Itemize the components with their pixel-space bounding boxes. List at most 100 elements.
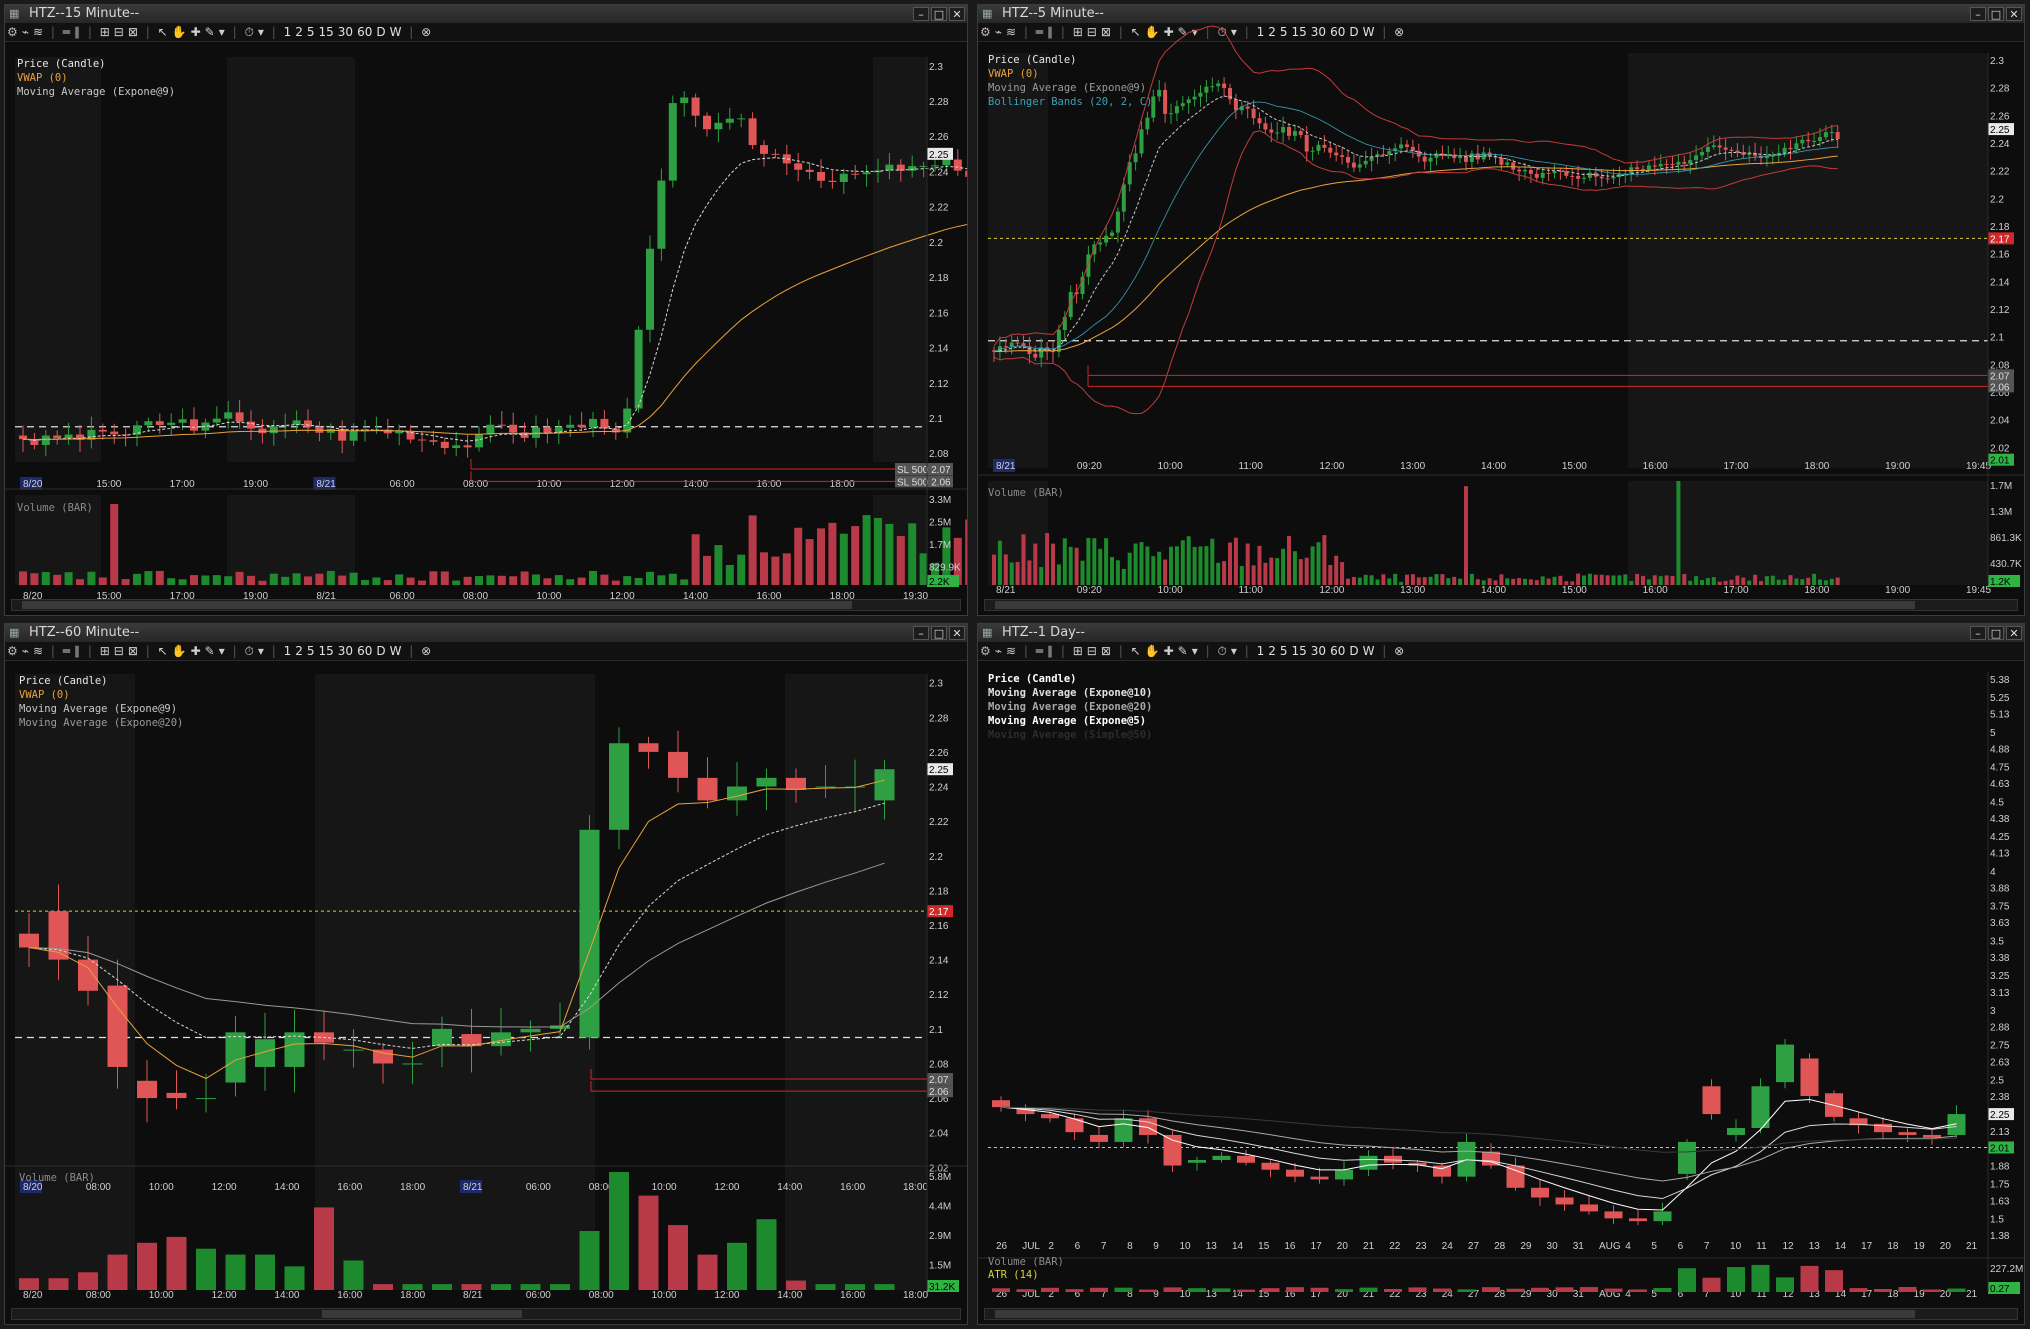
volume-bar [1523, 578, 1527, 585]
volume-bar [634, 577, 643, 585]
volume-bar [1180, 540, 1185, 585]
volume-bar [315, 573, 324, 585]
volume-bar [1800, 1265, 1819, 1292]
volume-bar [1334, 555, 1339, 585]
price-axis-label: 2.04 [929, 1129, 949, 1140]
volume-bar [1041, 1287, 1059, 1292]
volume-bar [727, 1242, 747, 1290]
volume-bar [1115, 560, 1120, 585]
candle-down [1410, 146, 1415, 151]
volume-bar [1764, 576, 1769, 585]
candle-up [1711, 145, 1716, 147]
candle-up [756, 777, 777, 787]
volume-bar [1580, 1287, 1598, 1292]
volume-bar [1098, 548, 1103, 585]
volume-time-axis-label: 08:00 [589, 1290, 614, 1301]
candle-up [657, 180, 666, 249]
volume-bar [1835, 577, 1840, 585]
volume-bar [1104, 538, 1109, 585]
volume-bar [748, 515, 757, 585]
volume-time-axis-label: 08:00 [86, 1290, 111, 1301]
volume-time-axis-label: 13:00 [1400, 585, 1425, 596]
volume-bar [520, 571, 529, 585]
candle-up [1104, 235, 1109, 243]
volume-bar [1065, 1289, 1084, 1292]
volume-bar [1340, 562, 1345, 585]
candle-up [1145, 117, 1150, 130]
volume-bar [1506, 1288, 1525, 1292]
chart-window-1day[interactable]: ▦ HTZ--1 Day-- – □ ✕ ⚙ ⌁ ≋ | ═ ∥ | ⊞ ⊟ ⊠ | ↖ ✋ ✚ ✎… [977, 623, 2025, 1325]
ema20-line [1000, 1106, 1957, 1182]
chart-window-60min[interactable]: ▦ HTZ--60 Minute-- – □ ✕ ⚙ ⌁ ≋ | ═ ∥ | ⊞ ⊟ ⊠ | … [4, 623, 968, 1325]
legend-bollinger: Bollinger Bands (20, 2, C) [988, 96, 1153, 108]
volume-bar [1540, 576, 1545, 585]
candle-up [196, 1098, 216, 1100]
volume-bar [167, 578, 176, 585]
candle-up [1829, 132, 1834, 134]
candle-down [1506, 1165, 1525, 1188]
price-axis-label: 2.3 [929, 679, 943, 690]
volume-bar [1652, 575, 1657, 585]
volume-bar [1157, 551, 1162, 585]
candle-down [851, 173, 860, 175]
candle-down [805, 169, 814, 172]
candle-up [1188, 1159, 1206, 1163]
candle-up [1794, 143, 1799, 150]
candle-down [53, 435, 62, 438]
volume-bar [1735, 575, 1740, 585]
volume-bar [212, 575, 221, 585]
price-axis-label: 1.75 [1990, 1180, 2010, 1191]
candle-down [817, 171, 825, 181]
price-axis-label: 3.5 [1990, 936, 2004, 947]
candle-down [1261, 1162, 1280, 1170]
price-axis-label: 5.13 [1990, 710, 2010, 721]
volume-bar [1009, 562, 1014, 585]
volume-bar [1788, 575, 1793, 585]
candle-up [579, 829, 600, 1038]
candle-up [402, 1063, 423, 1065]
candle-down [1033, 353, 1038, 358]
horizontal-scrollbar[interactable] [11, 599, 961, 611]
volume-bar [395, 574, 404, 585]
candle-up [349, 430, 358, 441]
volume-axis-label: 430.7K [1990, 559, 2022, 570]
vwap-line [22, 223, 967, 440]
horizontal-scrollbar[interactable] [984, 1308, 2018, 1320]
candle-up [1121, 184, 1126, 212]
candle-up [432, 1028, 452, 1047]
volume-bar [1923, 1289, 1941, 1292]
volume-bar [48, 1278, 69, 1290]
price-axis-label: 2.3 [1990, 56, 2004, 67]
volume-bar [292, 573, 301, 585]
time-axis-label: 17:00 [1724, 461, 1749, 472]
price-axis-label: 2.24 [1990, 139, 2010, 150]
candle-down [1800, 1058, 1819, 1097]
time-axis-label: 16:00 [840, 1182, 865, 1193]
volume-bar [566, 579, 575, 585]
time-axis-label: 23 [1415, 1241, 1427, 1252]
horizontal-scrollbar[interactable] [11, 1308, 961, 1320]
candle-down [1163, 1134, 1182, 1166]
chart-window-15min[interactable]: ▦ HTZ--15 Minute-- – □ ✕ ⚙ ⌁ ≋ | ═ ∥ | ⊞ ⊟ ⊠ | … [4, 4, 968, 616]
volume-time-axis-label: 11:00 [1239, 585, 1264, 596]
legend-vwap: VWAP (0) [19, 689, 70, 701]
volume-bar [497, 575, 506, 585]
horizontal-scrollbar[interactable] [984, 599, 2018, 611]
candle-up [1180, 103, 1185, 107]
candle-down [1287, 126, 1291, 136]
volume-bar [1139, 1289, 1157, 1292]
volume-bar [76, 579, 84, 585]
candle-down [1340, 155, 1345, 157]
candle-up [1157, 89, 1162, 97]
price-axis-label: 2.18 [929, 273, 949, 284]
legend-price: Price (Candle) [988, 673, 1077, 685]
time-axis-label: 28 [1494, 1241, 1506, 1252]
legend-ema20: Moving Average (Expone@20) [19, 717, 184, 729]
volume-bar [1381, 574, 1386, 585]
candle-down [98, 429, 107, 432]
volume-axis-label: 1.7M [929, 540, 951, 551]
chart-window-5min[interactable]: ▦ HTZ--5 Minute-- – □ ✕ ⚙ ⌁ ≋ | ═ ∥ | ⊞ ⊟ ⊠ | ↖… [977, 4, 2025, 616]
time-axis-label: 13 [1206, 1241, 1218, 1252]
candle-down [1322, 144, 1327, 148]
candle-up [1676, 161, 1681, 165]
